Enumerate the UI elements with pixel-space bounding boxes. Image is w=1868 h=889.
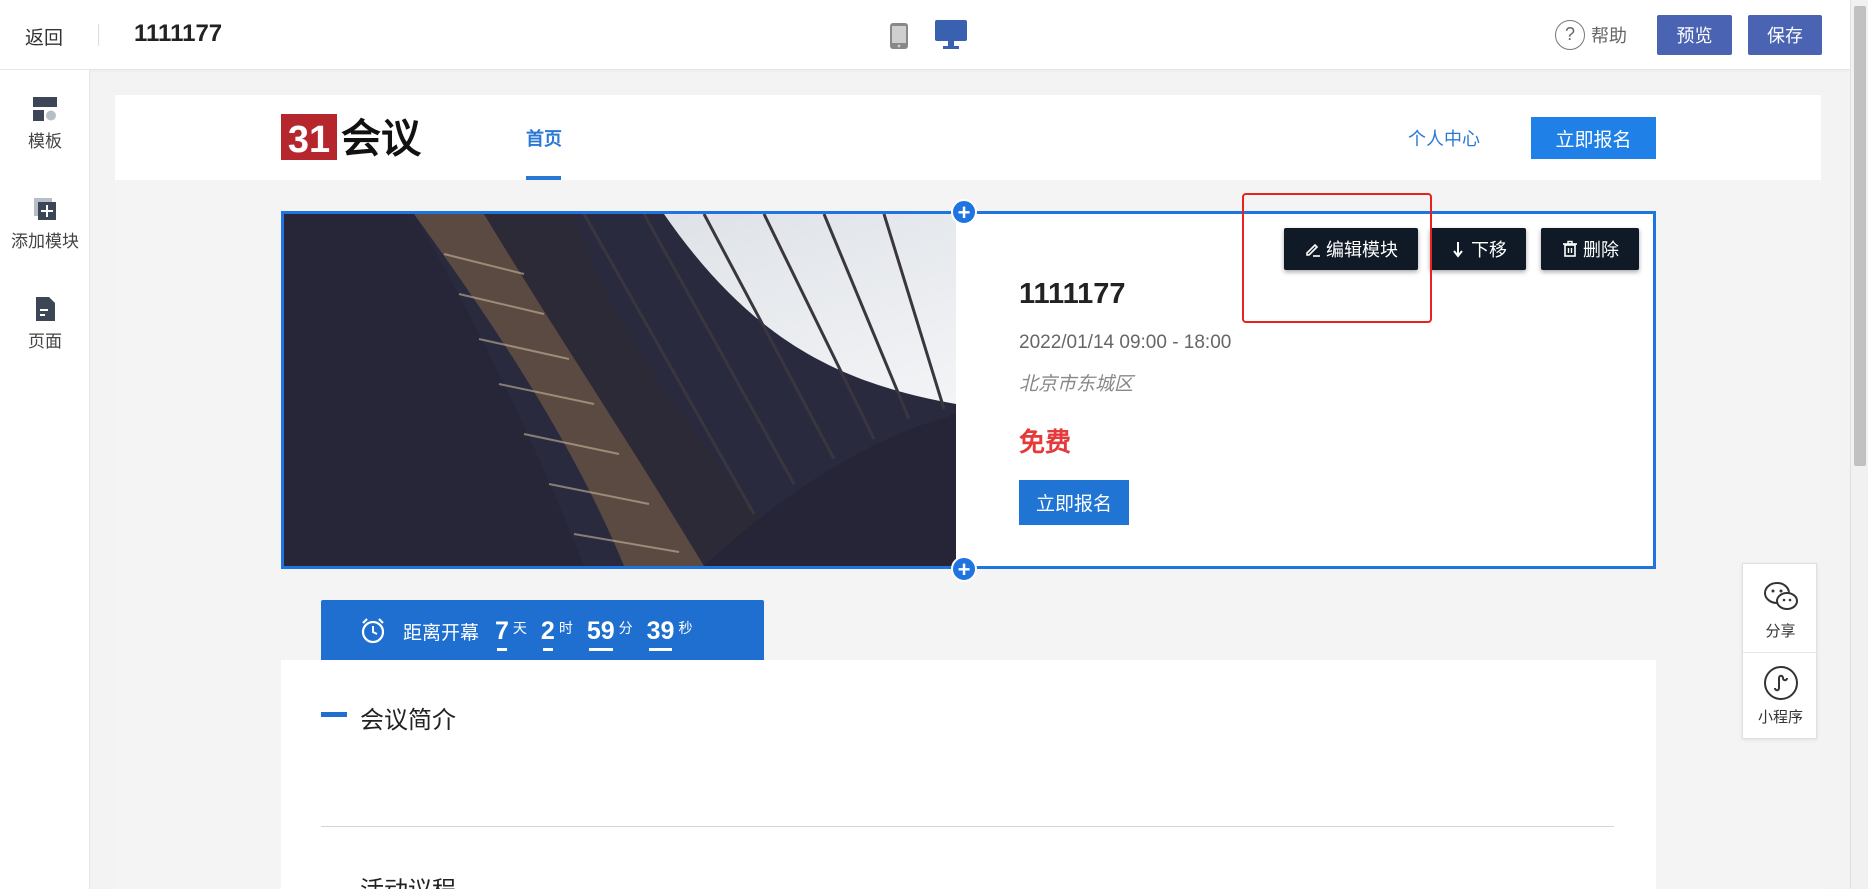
nav-home[interactable]: 首页 [526,125,562,151]
mini-program-button[interactable]: 小程序 [1743,664,1818,727]
edit-module-button[interactable]: 编辑模块 [1284,228,1418,270]
page-scrollbar[interactable] [1850,0,1868,889]
arrow-down-icon [1453,242,1463,258]
countdown-minutes-unit: 分 [618,620,633,636]
mini-program-label: 小程序 [1757,709,1803,726]
section-marker [321,712,347,717]
intro-section[interactable]: 会议简介 活动议程 [281,660,1656,889]
countdown-label: 距离开幕 [403,622,480,644]
scrollbar-thumb[interactable] [1854,6,1866,466]
svg-text:31: 31 [288,119,330,161]
delete-module-label: 删除 [1583,240,1619,260]
trash-icon [1563,240,1577,257]
mobile-view-icon[interactable] [888,23,910,49]
event-price: 免费 [1019,427,1072,457]
sidebar-item-label: 添加模块 [11,232,79,251]
wechat-icon [1763,582,1798,610]
add-block-above-icon[interactable]: + [951,199,977,225]
sidebar-item-add-module[interactable]: 添加模块 [0,195,90,252]
event-title: 1111177 [1019,278,1126,310]
header-register-button[interactable]: 立即报名 [1531,117,1656,159]
help-label: 帮助 [1591,26,1627,46]
sidebar-item-label: 模板 [28,132,62,151]
countdown-days-unit: 天 [512,620,527,636]
countdown-days: 7 [495,616,509,651]
pencil-icon [1306,243,1320,257]
event-register-button[interactable]: 立即报名 [1019,480,1129,525]
event-location: 北京市东城区 [1019,374,1134,395]
countdown-minutes: 59 [586,616,615,651]
edit-module-label: 编辑模块 [1326,240,1398,260]
help-button[interactable]: ? 帮助 [1555,20,1627,50]
site-logo[interactable]: 31 会议 [281,112,456,162]
svg-text:会议: 会议 [341,116,422,162]
sidebar-item-label: 页面 [28,332,62,351]
add-block-below-icon[interactable]: + [951,556,977,582]
countdown-seconds-unit: 秒 [678,620,693,636]
divider [321,826,1614,827]
divider [1743,652,1818,653]
countdown-hours: 2 [540,616,555,651]
save-button[interactable]: 保存 [1748,15,1822,55]
share-button[interactable]: 分享 [1743,578,1818,641]
agenda-title: 活动议程 [360,870,456,889]
page-icon [36,297,55,321]
delete-module-button[interactable]: 删除 [1541,228,1639,270]
nav-active-indicator [526,176,561,180]
move-down-button[interactable]: 下移 [1430,228,1526,270]
preview-button[interactable]: 预览 [1657,15,1732,55]
sidebar-item-template[interactable]: 模板 [0,95,90,152]
share-float-panel: 分享 小程序 [1742,563,1818,739]
event-time: 2022/01/14 09:00 - 18:00 [1019,332,1232,353]
page-title: 1111177 [134,20,223,47]
countdown-seconds: 39 [646,616,675,651]
alarm-clock-icon [361,618,385,644]
event-cover-image [284,214,956,566]
question-icon: ? [1555,20,1585,50]
add-module-icon [34,198,56,220]
intro-title: 会议简介 [360,707,456,734]
share-label: 分享 [1765,623,1796,640]
left-sidebar: 模板 添加模块 页面 [0,70,90,889]
countdown-banner: 距离开幕 7 天 2 时 59 分 39 秒 [321,600,764,662]
top-bar: 返回 1111177 ? 帮助 预览 保存 [0,0,1850,70]
desktop-view-icon[interactable] [935,20,967,50]
move-down-label: 下移 [1471,240,1507,260]
sidebar-item-page[interactable]: 页面 [0,295,90,352]
divider [98,24,99,46]
back-button[interactable]: 返回 [25,23,63,50]
mini-program-icon [1763,666,1798,700]
template-icon [33,97,57,121]
site-header: 31 会议 首页 个人中心 立即报名 [115,95,1821,180]
nav-personal-center[interactable]: 个人中心 [1408,125,1480,151]
countdown-hours-unit: 时 [558,620,573,636]
page-canvas: 31 会议 首页 个人中心 立即报名 1111177 2022/01/14 09… [115,95,1821,889]
